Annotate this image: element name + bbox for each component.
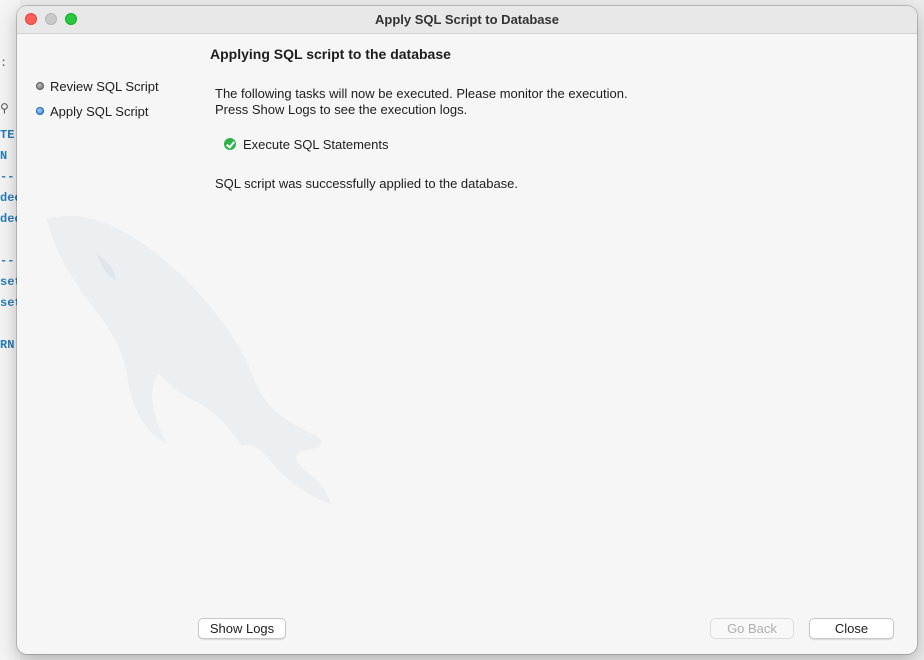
- apply-sql-dialog: Apply SQL Script to Database Review SQL …: [17, 6, 917, 654]
- code-fragment: N: [0, 149, 8, 163]
- step-label: Apply SQL Script: [50, 103, 149, 119]
- step-apply-sql-script: Apply SQL Script: [36, 102, 149, 120]
- step-done-bullet-icon: [36, 82, 44, 90]
- task-execute-sql-statements: Execute SQL Statements: [224, 135, 388, 153]
- description-line-2: Press Show Logs to see the execution log…: [215, 102, 468, 117]
- wizard-steps-sidebar: Review SQL Script Apply SQL Script: [17, 34, 331, 654]
- step-review-sql-script: Review SQL Script: [36, 77, 159, 95]
- page-title: Applying SQL script to the database: [210, 46, 451, 62]
- code-fragment: --: [0, 170, 15, 184]
- close-button[interactable]: Close: [809, 618, 894, 639]
- window-title: Apply SQL Script to Database: [375, 12, 559, 27]
- code-fragment: TE: [0, 128, 15, 142]
- title-bar: Apply SQL Script to Database: [17, 6, 917, 34]
- code-fragment: :: [0, 56, 8, 70]
- task-label: Execute SQL Statements: [243, 136, 389, 152]
- main-content: Applying SQL script to the database The …: [210, 34, 900, 594]
- result-message: SQL script was successfully applied to t…: [215, 176, 519, 191]
- show-logs-button[interactable]: Show Logs: [198, 618, 286, 639]
- check-circle-icon: [224, 138, 236, 150]
- go-back-button[interactable]: Go Back: [710, 618, 794, 639]
- step-label: Review SQL Script: [50, 78, 159, 94]
- description-line-1: The following tasks will now be executed…: [215, 86, 628, 101]
- code-fragment: RN: [0, 338, 15, 352]
- code-fragment: --: [0, 254, 15, 268]
- step-current-bullet-icon: [36, 107, 44, 115]
- search-icon: ⚲: [0, 101, 9, 115]
